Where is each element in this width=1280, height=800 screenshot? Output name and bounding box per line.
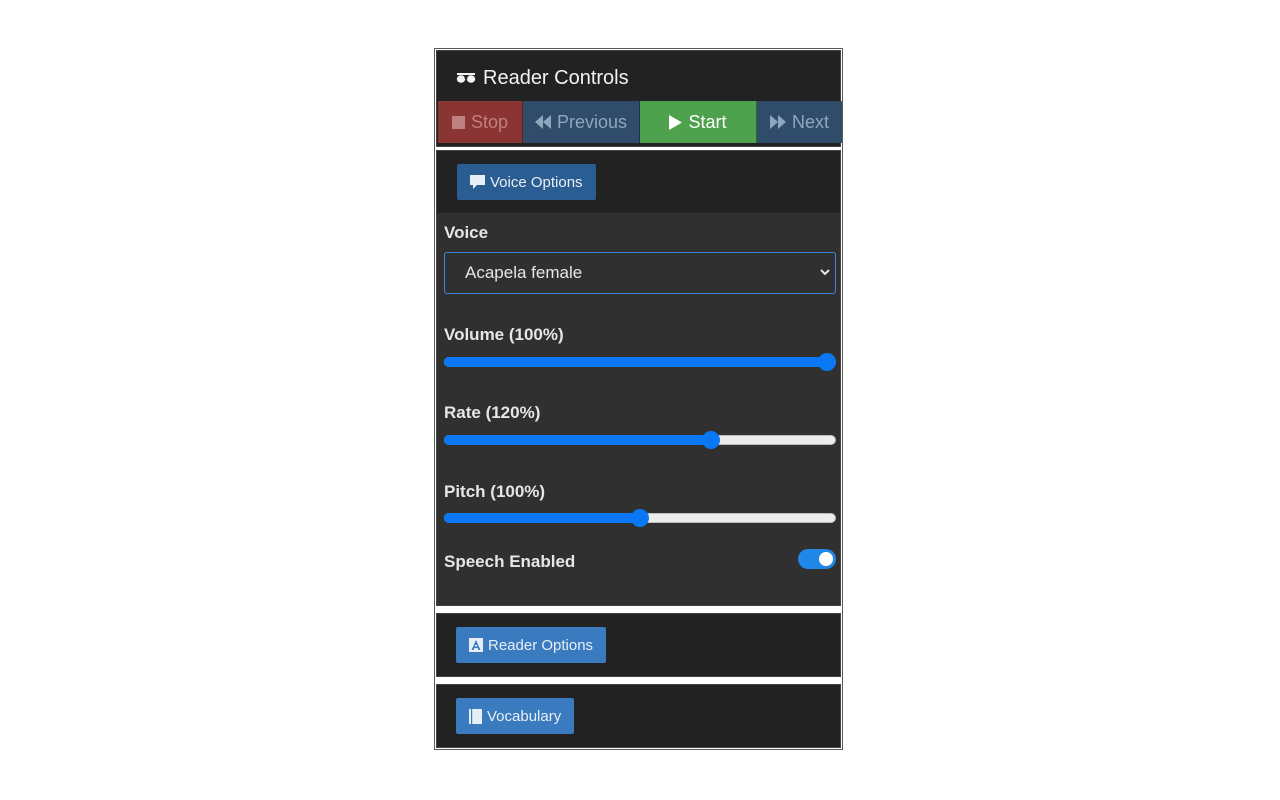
voice-label: Voice (444, 223, 489, 242)
rate-fill (444, 435, 712, 445)
comment-icon (470, 175, 485, 189)
start-button[interactable]: Start (640, 101, 757, 143)
rate-thumb[interactable] (702, 431, 721, 449)
voice-options-label: Voice Options (490, 173, 583, 191)
start-button-label: Start (688, 111, 727, 132)
reader-options-label: Reader Options (488, 636, 594, 654)
panel-title-text: Reader Controls (483, 66, 629, 89)
stop-icon (451, 115, 465, 129)
pitch-fill (444, 513, 640, 523)
voice-options-section: Voice Options Voice Acapela female Volum… (436, 150, 841, 606)
chevron-down-icon (820, 269, 830, 276)
previous-button-label: Previous (556, 111, 628, 132)
voice-options-header: Voice Options (437, 151, 840, 213)
book-icon (469, 708, 482, 724)
pitch-thumb[interactable] (631, 509, 649, 527)
next-button-label: Next (791, 111, 829, 132)
stop-button-label: Stop (470, 111, 509, 132)
speech-enabled-toggle[interactable] (798, 549, 836, 569)
stop-button[interactable]: Stop (438, 101, 523, 143)
reader-header: Reader Controls Stop Previous Start Next (436, 50, 842, 147)
volume-thumb[interactable] (818, 353, 836, 371)
rate-slider[interactable] (444, 430, 836, 450)
toggle-knob (819, 552, 833, 566)
rate-label: Rate (120%) (444, 403, 541, 422)
voice-select-value: Acapela female (465, 263, 583, 282)
next-button[interactable]: Next (757, 101, 842, 143)
font-icon (469, 638, 483, 652)
reader-options-section: Reader Options (436, 613, 841, 677)
backward-icon (534, 115, 551, 129)
reader-options-button[interactable]: Reader Options (456, 627, 607, 663)
glasses-icon (456, 73, 476, 83)
forward-icon (769, 115, 786, 129)
previous-button[interactable]: Previous (523, 101, 640, 143)
play-icon (669, 114, 683, 130)
playback-toolbar: Stop Previous Start Next (438, 101, 842, 143)
voice-select[interactable]: Acapela female (444, 252, 836, 294)
vocabulary-label: Vocabulary (487, 707, 562, 725)
voice-options-button[interactable]: Voice Options (457, 164, 596, 200)
pitch-slider[interactable] (444, 508, 836, 528)
vocabulary-section: Vocabulary (436, 684, 841, 748)
volume-fill (444, 357, 827, 367)
speech-enabled-label: Speech Enabled (444, 552, 576, 571)
panel-title: Reader Controls (456, 65, 629, 91)
pitch-label: Pitch (100%) (444, 482, 546, 501)
volume-label: Volume (100%) (444, 325, 564, 344)
reader-panel: Reader Controls Stop Previous Start Next (434, 48, 843, 750)
volume-slider[interactable] (444, 352, 836, 372)
vocabulary-button[interactable]: Vocabulary (456, 698, 575, 734)
